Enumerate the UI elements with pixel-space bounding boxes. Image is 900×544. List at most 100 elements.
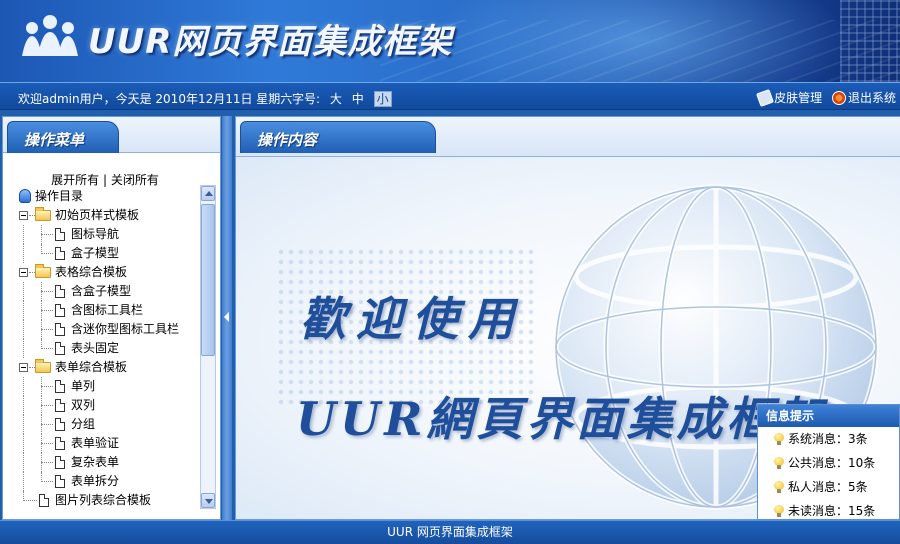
tree-item[interactable]: 单列 [7,377,203,396]
panel-splitter-toggle[interactable] [222,116,232,520]
top-actions: 皮肤管理 退出系统 [752,88,896,108]
welcome-text: 欢迎admin用户，今天是 2010年12月11日 星期六 [18,92,293,106]
app-title: UUR网页界面集成框架 [88,22,453,62]
document-icon [55,342,65,355]
document-icon [55,380,65,393]
database-icon [19,189,31,203]
tree-expand-links: 展开所有 | 关闭所有 [7,171,203,187]
info-private-messages[interactable]: 私人消息：5条 [758,475,899,499]
welcome-subheading: UUR網頁界面集成框架 [296,392,827,446]
logout-label: 退出系统 [847,91,896,105]
tree-root[interactable]: 操作目录 [7,187,203,206]
folder-open-icon [35,207,51,221]
tree-item[interactable]: 表单拆分 [7,472,203,491]
document-icon [55,323,65,336]
tree-root-label: 操作目录 [35,189,84,203]
tree-item[interactable]: 表单验证 [7,434,203,453]
tag-icon [756,88,775,107]
tree-folder-label: 表单综合模板 [55,360,128,374]
skin-manage-button[interactable]: 皮肤管理 [756,88,823,107]
font-size-medium[interactable]: 中 [352,92,364,106]
tree-item-label: 双列 [71,398,96,412]
info-system-messages[interactable]: 系统消息：3条 [758,427,899,451]
document-icon [55,437,65,450]
tree-folder-label: 表格综合模板 [55,265,128,279]
collapse-icon [19,211,28,220]
info-item-label: 公共消息：10条 [788,456,876,470]
tree-item-label: 图片列表综合模板 [55,493,152,507]
document-icon [55,228,65,241]
tree-item-label: 含迷你型图标工具栏 [71,322,180,336]
document-icon [55,456,65,469]
document-icon [55,399,65,412]
info-item-label: 未读消息：15条 [788,504,876,518]
tree-item-label: 分组 [71,417,96,431]
tree-links-separator: | [102,173,108,187]
menu-scrollbar[interactable] [200,185,216,509]
skin-manage-label: 皮肤管理 [774,91,823,105]
footer: UUR 网页界面集成框架 [0,520,900,544]
document-icon [55,247,65,260]
welcome-heading: 歡迎使用 [300,292,524,346]
left-panel-tab-row: 操作菜单 [3,117,220,153]
info-item-label: 系统消息：3条 [788,432,868,446]
tree-item[interactable]: 图标导航 [7,225,203,244]
banner-streaks [380,20,900,82]
circuit-decoration [840,0,900,82]
font-size-label: 字号: [292,92,321,106]
tab-operation-menu[interactable]: 操作菜单 [7,121,119,153]
bulb-icon [774,481,784,493]
exit-icon [831,90,846,105]
tree-item[interactable]: 含迷你型图标工具栏 [7,320,203,339]
logo-people-icon [22,15,78,56]
font-size-large[interactable]: 大 [330,92,342,106]
tree-item-label: 表单验证 [71,436,120,450]
tree-folder[interactable]: 表格综合模板 [7,263,203,282]
info-public-messages[interactable]: 公共消息：10条 [758,451,899,475]
tree-item-label: 含图标工具栏 [71,303,144,317]
logout-button[interactable]: 退出系统 [831,89,896,106]
status-bar: 欢迎admin用户，今天是 2010年12月11日 星期六 字号: 大 中 小 … [0,82,900,110]
bulb-icon [774,505,784,517]
tree-folder[interactable]: 表单综合模板 [7,358,203,377]
tree-item[interactable]: 复杂表单 [7,453,203,472]
bulb-icon [774,457,784,469]
menu-tree: 展开所有 | 关闭所有 操作目录 初始页样式模板 图标导航 盒子模型 表格综合模… [7,159,203,511]
tree-item[interactable]: 盒子模型 [7,244,203,263]
scroll-up-button[interactable] [201,186,215,201]
document-icon [55,418,65,431]
tree-item[interactable]: 图片列表综合模板 [7,491,203,510]
tree-item[interactable]: 表头固定 [7,339,203,358]
tree-folder[interactable]: 初始页样式模板 [7,206,203,225]
right-panel-tab-row: 操作内容 [236,117,900,157]
info-popup-title: 信息提示 [758,405,899,427]
tree-item-label: 含盒子模型 [71,284,132,298]
document-icon [55,285,65,298]
tree-folder-label: 初始页样式模板 [55,208,140,222]
tree-item-label: 表单拆分 [71,474,120,488]
document-icon [55,304,65,317]
scroll-down-button[interactable] [201,493,215,508]
folder-open-icon [35,359,51,373]
bulb-icon [774,433,784,445]
collapse-icon [19,268,28,277]
tree-item[interactable]: 含盒子模型 [7,282,203,301]
tree-item-label: 复杂表单 [71,455,120,469]
left-menu-panel: 操作菜单 展开所有 | 关闭所有 操作目录 初始页样式模板 图标导航 盒子模型 … [2,116,221,520]
tab-operation-content[interactable]: 操作内容 [240,121,436,153]
tree-item[interactable]: 双列 [7,396,203,415]
collapse-all-link[interactable]: 关闭所有 [111,173,159,187]
tree-item-label: 盒子模型 [71,246,120,260]
tree-item-label: 图标导航 [71,227,120,241]
info-popup: 信息提示 系统消息：3条 公共消息：10条 私人消息：5条 未读消息：15条 [757,404,900,520]
tree-item[interactable]: 含图标工具栏 [7,301,203,320]
expand-all-link[interactable]: 展开所有 [51,173,99,187]
scroll-thumb[interactable] [201,204,215,356]
tree-item[interactable]: 分组 [7,415,203,434]
tree-item-label: 单列 [71,379,96,393]
info-item-label: 私人消息：5条 [788,480,868,494]
tree-item-label: 表头固定 [71,341,120,355]
folder-open-icon [35,264,51,278]
document-icon [55,475,65,488]
font-size-small[interactable]: 小 [373,91,392,107]
